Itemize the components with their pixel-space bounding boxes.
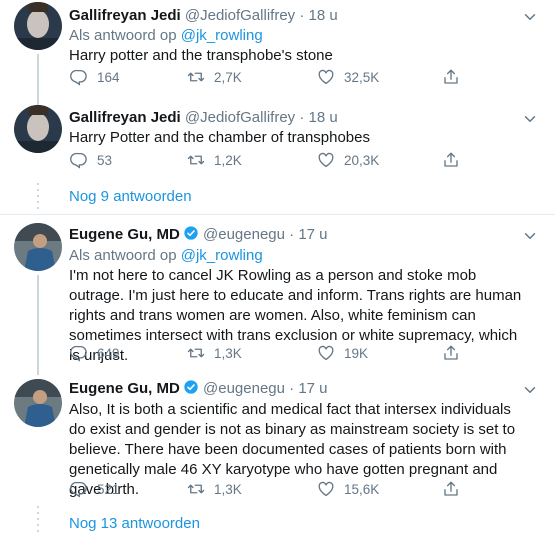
show-more-replies-link[interactable]: Nog 9 antwoorden [69, 188, 192, 205]
reply-button[interactable]: 164 [70, 68, 120, 86]
reply-button[interactable]: 53 [70, 151, 112, 169]
like-button[interactable]: 20,3K [317, 151, 379, 169]
reply-context: Als antwoord op @jk_rowling [69, 26, 263, 46]
tweet[interactable]: Eugene Gu, MD @eugenegu · 17 u Als antwo… [0, 215, 555, 375]
timestamp[interactable]: 18 u [309, 109, 338, 126]
like-icon [317, 480, 335, 498]
tweet-text: Harry Potter and the chamber of transpho… [69, 129, 370, 146]
share-button[interactable] [442, 344, 460, 362]
like-count: 15,6K [344, 481, 380, 497]
reply-prefix: Als antwoord op [69, 27, 177, 44]
retweet-button[interactable]: 1,3K [187, 344, 242, 362]
retweet-count: 1,3K [214, 481, 242, 497]
separator-dot: · [299, 109, 305, 126]
reply-icon [70, 344, 88, 362]
tweet[interactable]: Gallifreyan Jedi @JediofGallifrey · 18 u… [0, 0, 555, 105]
tweet-text: Harry potter and the transphobe's stone [69, 47, 333, 64]
timestamp[interactable]: 17 u [298, 226, 327, 243]
show-more-replies-link[interactable]: Nog 13 antwoorden [69, 515, 200, 532]
tweet-header: Gallifreyan Jedi @JediofGallifrey · 18 u [69, 108, 338, 128]
reply-handle-link[interactable]: @jk_rowling [181, 247, 263, 264]
reply-count: 649 [97, 345, 120, 361]
share-icon [442, 151, 460, 169]
separator-dot: · [299, 7, 305, 24]
reply-count: 521 [97, 481, 120, 497]
like-count: 19K [344, 345, 369, 361]
avatar[interactable] [14, 2, 62, 50]
timestamp[interactable]: 18 u [309, 7, 338, 24]
tweet[interactable]: Eugene Gu, MD @eugenegu · 17 u Also, It … [0, 375, 555, 505]
reply-context: Als antwoord op @jk_rowling [69, 246, 263, 266]
tweet[interactable]: Gallifreyan Jedi @JediofGallifrey · 18 u… [0, 105, 555, 175]
caret-down-icon[interactable] [521, 381, 539, 399]
retweet-count: 1,3K [214, 345, 242, 361]
reply-count: 164 [97, 69, 120, 85]
reply-button[interactable]: 521 [70, 480, 120, 498]
user-handle[interactable]: @JediofGallifrey [185, 109, 295, 126]
reply-icon [70, 151, 88, 169]
share-icon [442, 344, 460, 362]
share-button[interactable] [442, 151, 460, 169]
collapsed-thread-line [37, 183, 39, 211]
avatar[interactable] [14, 379, 62, 427]
caret-down-icon[interactable] [521, 110, 539, 128]
share-icon [442, 68, 460, 86]
retweet-icon [187, 344, 205, 362]
display-name[interactable]: Eugene Gu, MD [69, 380, 180, 397]
retweet-button[interactable]: 1,3K [187, 480, 242, 498]
like-button[interactable]: 32,5K [317, 68, 379, 86]
thread-line [37, 275, 39, 375]
timestamp[interactable]: 17 u [298, 380, 327, 397]
retweet-icon [187, 480, 205, 498]
share-button[interactable] [442, 480, 460, 498]
thread-line [37, 54, 39, 105]
like-button[interactable]: 19K [317, 344, 368, 362]
like-count: 20,3K [344, 152, 380, 168]
reply-prefix: Als antwoord op [69, 247, 177, 264]
retweet-icon [187, 151, 205, 169]
share-button[interactable] [442, 68, 460, 86]
reply-icon [70, 68, 88, 86]
user-handle[interactable]: @eugenegu [203, 380, 285, 397]
user-handle[interactable]: @eugenegu [203, 226, 285, 243]
like-count: 32,5K [344, 69, 380, 85]
display-name[interactable]: Gallifreyan Jedi [69, 7, 181, 24]
like-icon [317, 68, 335, 86]
like-button[interactable]: 15,6K [317, 480, 379, 498]
caret-down-icon[interactable] [521, 8, 539, 26]
reply-icon [70, 480, 88, 498]
retweet-button[interactable]: 2,7K [187, 68, 242, 86]
user-handle[interactable]: @JediofGallifrey [185, 7, 295, 24]
reply-handle-link[interactable]: @jk_rowling [181, 27, 263, 44]
retweet-icon [187, 68, 205, 86]
avatar[interactable] [14, 223, 62, 271]
verified-icon [183, 379, 199, 395]
retweet-button[interactable]: 1,2K [187, 151, 242, 169]
tweet-header: Eugene Gu, MD @eugenegu · 17 u [69, 225, 328, 245]
retweet-count: 2,7K [214, 69, 242, 85]
collapsed-thread-line [37, 506, 39, 536]
separator-dot: · [289, 380, 295, 397]
reply-count: 53 [97, 152, 113, 168]
like-icon [317, 344, 335, 362]
tweet-header: Eugene Gu, MD @eugenegu · 17 u [69, 379, 328, 399]
verified-icon [183, 225, 199, 241]
share-icon [442, 480, 460, 498]
retweet-count: 1,2K [214, 152, 242, 168]
display-name[interactable]: Eugene Gu, MD [69, 226, 180, 243]
caret-down-icon[interactable] [521, 227, 539, 245]
like-icon [317, 151, 335, 169]
avatar[interactable] [14, 105, 62, 153]
separator-dot: · [289, 226, 295, 243]
tweet-header: Gallifreyan Jedi @JediofGallifrey · 18 u [69, 6, 338, 26]
reply-button[interactable]: 649 [70, 344, 120, 362]
display-name[interactable]: Gallifreyan Jedi [69, 109, 181, 126]
